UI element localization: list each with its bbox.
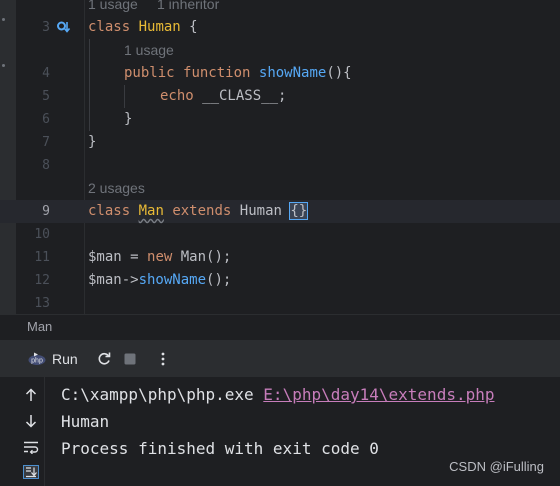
line-number: 6 [42,112,50,127]
code-editor[interactable]: 1 usage 1 inheritor 3 class Human { 1 us… [0,0,560,314]
breadcrumb-item[interactable]: Man [27,319,52,334]
arrow-down-icon [25,415,37,428]
scroll-down-button[interactable] [22,412,40,430]
code-text: $man->showName(); [88,272,232,288]
line-number: 8 [42,158,50,173]
code-line-current: 9 class Man extends Human {} [0,200,560,223]
code-line: 6 } [0,108,560,131]
watermark: CSDN @iFulling [449,459,544,474]
rerun-button[interactable] [94,349,114,369]
ide-window: 1 usage 1 inheritor 3 class Human { 1 us… [0,0,560,486]
code-hint-line: 1 usage 1 inheritor [0,0,560,16]
run-tab-label: Run [52,351,78,367]
line-number: 11 [34,250,50,265]
console-command-line: C:\xampp\php\php.exe E:\php\day14\extend… [61,385,495,404]
soft-wrap-icon [24,441,39,454]
stop-icon [124,353,136,365]
usages-hint[interactable]: 1 usage [88,0,138,16]
run-console[interactable]: C:\xampp\php\php.exe E:\php\day14\extend… [0,377,560,486]
more-vertical-icon [161,352,165,366]
has-inheritors-icon[interactable] [56,19,72,35]
tab-run[interactable]: php Run [24,346,82,372]
rerun-icon [98,352,111,365]
line-number: 10 [34,227,50,242]
code-text: } [124,111,133,127]
scroll-up-button[interactable] [22,386,40,404]
code-line: 4 public function showName(){ [0,62,560,85]
code-text: public function showName(){ [124,65,352,81]
code-line: 3 class Human { [0,16,560,39]
scroll-to-end-icon [23,465,39,479]
code-line: 13 [0,292,560,314]
code-text: echo __CLASS__; [160,88,287,104]
line-number: 9 [42,204,50,219]
code-hint-line: 1 usage [0,39,560,62]
console-exit-line: Process finished with exit code 0 [61,439,379,458]
usages-hint[interactable]: 2 usages [88,177,145,200]
breadcrumb: Man [0,314,560,339]
php-run-icon: php [28,352,46,365]
line-number: 4 [42,66,50,81]
code-text: } [88,134,97,150]
class-name-warning: Man [138,203,164,219]
code-line: 7 } [0,131,560,154]
code-line: 12 $man->showName(); [0,269,560,292]
code-text: $man = new Man(); [88,249,232,265]
more-options-button[interactable] [153,349,173,369]
stop-button[interactable] [120,349,140,369]
line-number: 7 [42,135,50,150]
console-side-toolbar [0,377,45,486]
code-line: 8 [0,154,560,177]
script-path-link[interactable]: E:\php\day14\extends.php [263,385,494,404]
inheritors-hint[interactable]: 1 inheritor [157,0,219,16]
matched-brace: {} [289,202,309,220]
arrow-up-icon [25,388,37,401]
code-line: 10 [0,223,560,246]
code-line: 11 $man = new Man(); [0,246,560,269]
soft-wrap-button[interactable] [22,438,40,456]
scroll-to-end-button[interactable] [22,463,40,481]
code-text: class Man extends Human {} [88,202,309,220]
code-hint-line: 2 usages [0,177,560,200]
line-number: 13 [34,296,50,311]
console-output-line: Human [61,412,110,431]
code-line: 5 echo __CLASS__; [0,85,560,108]
svg-text:php: php [31,358,43,365]
line-number: 5 [42,89,50,104]
line-number: 12 [34,273,50,288]
line-number: 3 [42,20,50,35]
code-text: class Human { [88,19,198,35]
run-tool-window-header: php Run [0,339,560,378]
usages-hint[interactable]: 1 usage [124,39,174,62]
